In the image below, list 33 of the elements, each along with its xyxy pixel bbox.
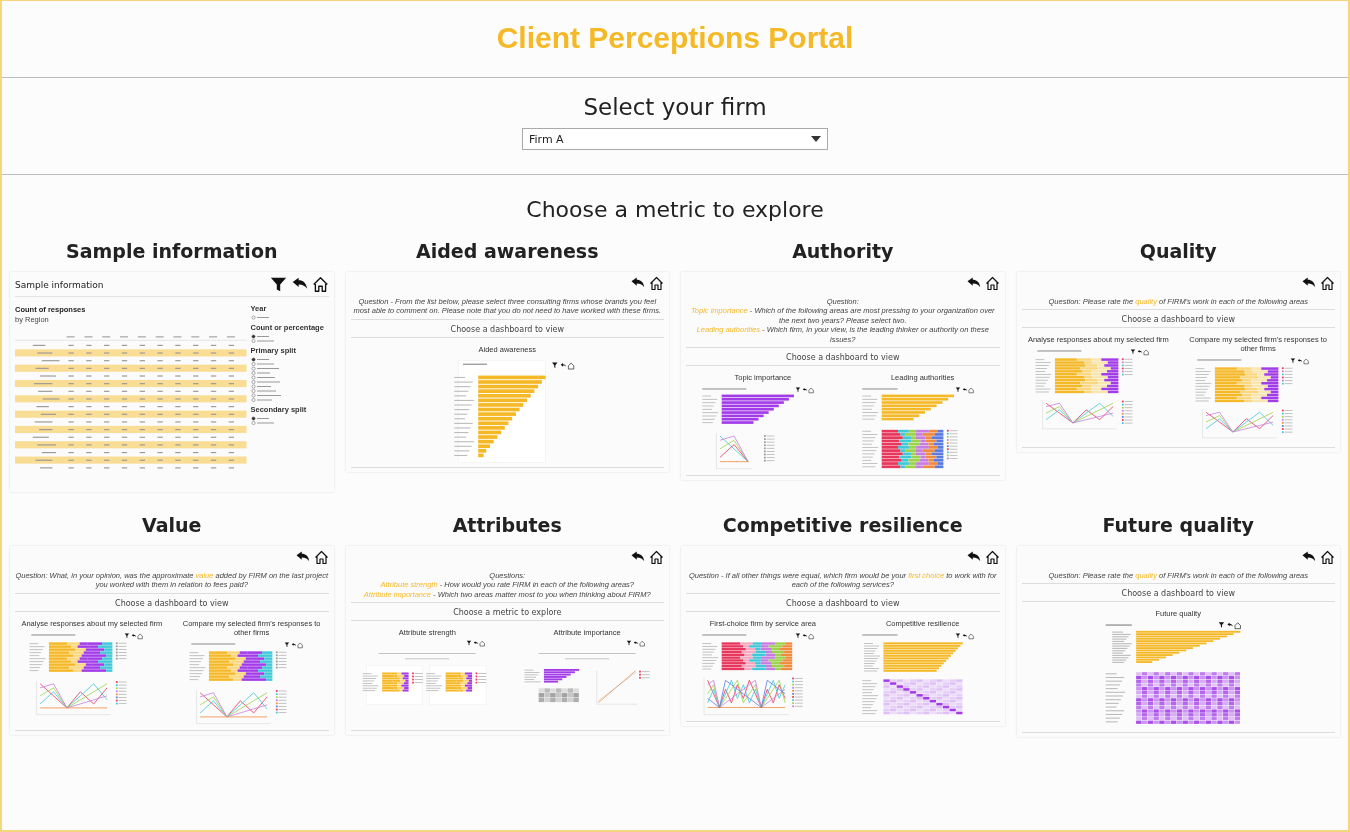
metric-title[interactable]: Aided awareness xyxy=(345,240,669,262)
filter-icon[interactable] xyxy=(269,276,287,293)
dashboard-chooser-heading: Choose a dashboard to view xyxy=(15,597,329,612)
dashboard-preview[interactable] xyxy=(10,546,334,735)
metric-title[interactable]: Quality xyxy=(1016,240,1340,262)
portal-title: Client Perceptions Portal xyxy=(495,21,855,55)
dashboard-chooser-heading: Choose a metric to explore xyxy=(350,607,664,622)
metric-title[interactable]: Authority xyxy=(681,240,1005,262)
dashboard-chooser-heading: Choose a dashboard to view xyxy=(686,597,1000,612)
metric-title[interactable]: Value xyxy=(10,514,334,536)
preview-heading: Sample information xyxy=(15,279,104,290)
dashboard-preview[interactable] xyxy=(681,272,1005,480)
dashboard-chooser-heading: Choose a dashboard to view xyxy=(350,323,664,338)
metric-title[interactable]: Competitive resilience xyxy=(681,514,1005,536)
dashboard-chooser-heading: Choose a dashboard to view xyxy=(1021,314,1335,329)
metric-title[interactable]: Future quality xyxy=(1016,514,1340,536)
metrics-heading: Choose a metric to explore xyxy=(525,197,825,222)
metric-title[interactable]: Sample information xyxy=(10,240,334,262)
home-icon[interactable] xyxy=(313,550,329,565)
metric-title[interactable]: Attributes xyxy=(345,514,669,536)
home-icon[interactable] xyxy=(649,550,664,565)
dashboard-chooser-heading: Choose a dashboard to view xyxy=(686,351,1000,366)
firm-select-label: Select your firm xyxy=(583,94,767,120)
firm-dropdown[interactable]: Firm A xyxy=(522,128,828,150)
home-icon[interactable] xyxy=(311,276,329,293)
home-icon[interactable] xyxy=(1320,550,1335,565)
home-icon[interactable] xyxy=(649,276,664,291)
home-icon[interactable] xyxy=(1320,276,1335,291)
caret-icon xyxy=(811,136,821,142)
home-icon[interactable] xyxy=(984,276,1000,291)
line-chart-drawing xyxy=(715,433,752,469)
dashboard-chooser-heading: Choose a dashboard to view xyxy=(1021,588,1335,603)
home-icon[interactable] xyxy=(984,550,1000,565)
